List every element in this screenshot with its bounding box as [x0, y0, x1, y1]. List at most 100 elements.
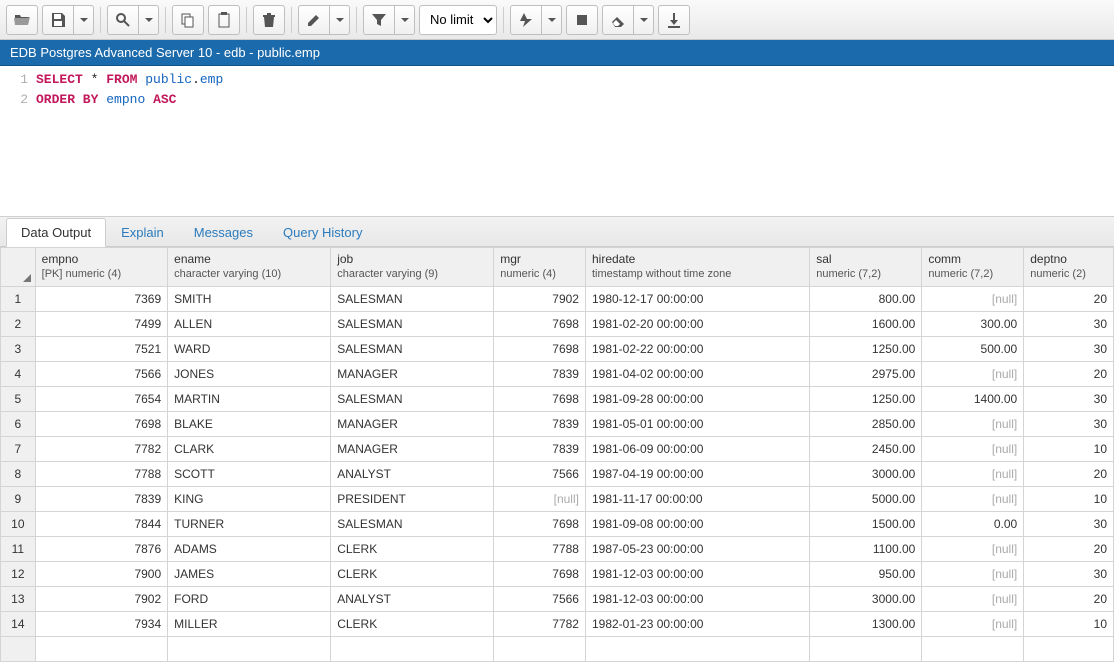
cell-deptno[interactable]: 30 — [1024, 562, 1114, 587]
cell-sal[interactable]: 2850.00 — [810, 412, 922, 437]
column-header-job[interactable]: jobcharacter varying (9) — [331, 248, 494, 287]
cell-empno[interactable]: 7934 — [35, 612, 168, 637]
code-area[interactable]: SELECT * FROM public.empORDER BY empno A… — [36, 66, 223, 216]
cell-hiredate[interactable]: 1981-06-09 00:00:00 — [585, 437, 809, 462]
cell-mgr[interactable]: 7566 — [494, 587, 586, 612]
edit-dropdown-button[interactable] — [330, 5, 350, 35]
row-number[interactable]: 6 — [1, 412, 36, 437]
row-number[interactable]: 12 — [1, 562, 36, 587]
cell-empno[interactable]: 7499 — [35, 312, 168, 337]
limit-select[interactable]: No limit — [419, 5, 497, 35]
tab-explain[interactable]: Explain — [106, 218, 179, 247]
cell-empno[interactable]: 7902 — [35, 587, 168, 612]
cell-hiredate[interactable]: 1981-12-03 00:00:00 — [585, 587, 809, 612]
edit-button[interactable] — [298, 5, 330, 35]
table-row[interactable]: 147934MILLERCLERK77821982-01-23 00:00:00… — [1, 612, 1114, 637]
cell-mgr[interactable]: 7698 — [494, 387, 586, 412]
cell-sal[interactable]: 950.00 — [810, 562, 922, 587]
cell-deptno[interactable]: 10 — [1024, 437, 1114, 462]
stop-button[interactable] — [566, 5, 598, 35]
column-header-mgr[interactable]: mgrnumeric (4) — [494, 248, 586, 287]
table-row[interactable]: 17369SMITHSALESMAN79021980-12-17 00:00:0… — [1, 287, 1114, 312]
cell-hiredate[interactable]: 1987-04-19 00:00:00 — [585, 462, 809, 487]
table-row[interactable]: 137902FORDANALYST75661981-12-03 00:00:00… — [1, 587, 1114, 612]
cell-job[interactable]: MANAGER — [331, 412, 494, 437]
cell-comm[interactable]: [null] — [922, 537, 1024, 562]
clear-dropdown-button[interactable] — [634, 5, 654, 35]
row-number[interactable]: 14 — [1, 612, 36, 637]
cell-sal[interactable]: 3000.00 — [810, 462, 922, 487]
cell-sal[interactable]: 1250.00 — [810, 387, 922, 412]
table-row[interactable]: 87788SCOTTANALYST75661987-04-19 00:00:00… — [1, 462, 1114, 487]
cell-deptno[interactable]: 30 — [1024, 387, 1114, 412]
cell-sal[interactable]: 2450.00 — [810, 437, 922, 462]
select-all-corner[interactable] — [1, 248, 36, 287]
cell-ename[interactable]: CLARK — [168, 437, 331, 462]
cell-hiredate[interactable]: 1981-02-20 00:00:00 — [585, 312, 809, 337]
column-header-hiredate[interactable]: hiredatetimestamp without time zone — [585, 248, 809, 287]
filter-dropdown-button[interactable] — [395, 5, 415, 35]
cell-ename[interactable]: JAMES — [168, 562, 331, 587]
cell-deptno[interactable]: 30 — [1024, 412, 1114, 437]
row-number[interactable]: 13 — [1, 587, 36, 612]
cell-empno[interactable]: 7654 — [35, 387, 168, 412]
cell-mgr[interactable]: 7839 — [494, 437, 586, 462]
cell-ename[interactable]: TURNER — [168, 512, 331, 537]
cell-comm[interactable]: 500.00 — [922, 337, 1024, 362]
cell-empno[interactable]: 7521 — [35, 337, 168, 362]
cell-empno[interactable]: 7369 — [35, 287, 168, 312]
column-header-ename[interactable]: enamecharacter varying (10) — [168, 248, 331, 287]
cell-empno[interactable]: 7900 — [35, 562, 168, 587]
cell-sal[interactable]: 1300.00 — [810, 612, 922, 637]
tab-messages[interactable]: Messages — [179, 218, 268, 247]
cell-mgr[interactable]: 7698 — [494, 312, 586, 337]
cell-empno[interactable]: 7698 — [35, 412, 168, 437]
cell-job[interactable]: MANAGER — [331, 437, 494, 462]
row-number[interactable]: 3 — [1, 337, 36, 362]
cell-job[interactable]: CLERK — [331, 612, 494, 637]
open-file-button[interactable] — [6, 5, 38, 35]
cell-sal[interactable]: 1600.00 — [810, 312, 922, 337]
cell-ename[interactable]: SMITH — [168, 287, 331, 312]
cell-hiredate[interactable]: 1981-05-01 00:00:00 — [585, 412, 809, 437]
cell-mgr[interactable]: 7698 — [494, 337, 586, 362]
cell-hiredate[interactable]: 1981-09-28 00:00:00 — [585, 387, 809, 412]
cell-job[interactable]: ANALYST — [331, 462, 494, 487]
table-row[interactable]: 77782CLARKMANAGER78391981-06-09 00:00:00… — [1, 437, 1114, 462]
row-number[interactable]: 1 — [1, 287, 36, 312]
cell-ename[interactable]: JONES — [168, 362, 331, 387]
cell-job[interactable]: SALESMAN — [331, 312, 494, 337]
table-row[interactable]: 117876ADAMSCLERK77881987-05-23 00:00:001… — [1, 537, 1114, 562]
cell-job[interactable]: CLERK — [331, 537, 494, 562]
row-number[interactable]: 4 — [1, 362, 36, 387]
cell-hiredate[interactable]: 1987-05-23 00:00:00 — [585, 537, 809, 562]
table-row[interactable]: 97839KINGPRESIDENT[null]1981-11-17 00:00… — [1, 487, 1114, 512]
row-number[interactable]: 5 — [1, 387, 36, 412]
cell-mgr[interactable]: 7788 — [494, 537, 586, 562]
cell-sal[interactable]: 3000.00 — [810, 587, 922, 612]
cell-sal[interactable]: 2975.00 — [810, 362, 922, 387]
cell-comm[interactable]: [null] — [922, 462, 1024, 487]
cell-mgr[interactable]: 7698 — [494, 512, 586, 537]
cell-mgr[interactable]: 7902 — [494, 287, 586, 312]
cell-ename[interactable]: BLAKE — [168, 412, 331, 437]
clear-button[interactable] — [602, 5, 634, 35]
cell-mgr[interactable]: 7698 — [494, 562, 586, 587]
cell-ename[interactable]: KING — [168, 487, 331, 512]
cell-deptno[interactable]: 30 — [1024, 337, 1114, 362]
cell-job[interactable]: MANAGER — [331, 362, 494, 387]
filter-button[interactable] — [363, 5, 395, 35]
cell-ename[interactable]: WARD — [168, 337, 331, 362]
cell-hiredate[interactable]: 1980-12-17 00:00:00 — [585, 287, 809, 312]
cell-comm[interactable]: [null] — [922, 412, 1024, 437]
row-number[interactable]: 10 — [1, 512, 36, 537]
cell-hiredate[interactable]: 1981-12-03 00:00:00 — [585, 562, 809, 587]
tab-data-output[interactable]: Data Output — [6, 218, 106, 247]
column-header-deptno[interactable]: deptnonumeric (2) — [1024, 248, 1114, 287]
cell-empno[interactable]: 7782 — [35, 437, 168, 462]
cell-sal[interactable]: 1100.00 — [810, 537, 922, 562]
cell-ename[interactable]: MILLER — [168, 612, 331, 637]
cell-mgr[interactable]: [null] — [494, 487, 586, 512]
copy-button[interactable] — [172, 5, 204, 35]
tab-query-history[interactable]: Query History — [268, 218, 377, 247]
